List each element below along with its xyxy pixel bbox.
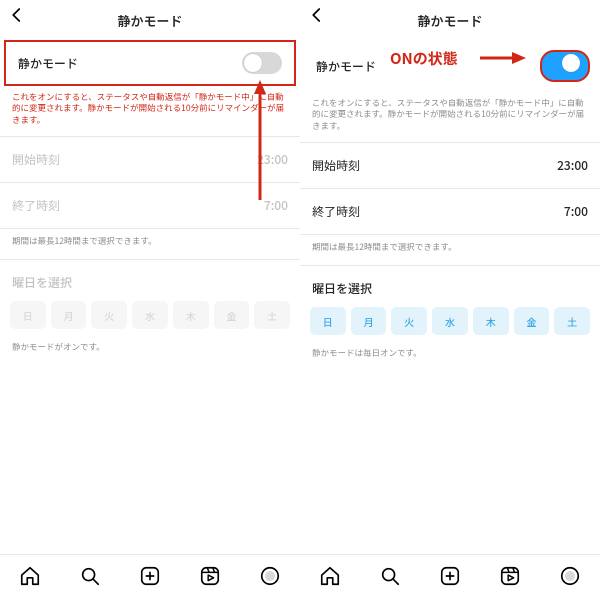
pane-quiet-mode-off: 静かモード 静かモード これをオンにすると、ステータスや自動返信が「静かモード中… [0, 0, 300, 597]
profile-circle-icon [559, 565, 581, 587]
plus-square-icon [139, 565, 161, 587]
tab-profile[interactable] [259, 565, 281, 587]
quiet-mode-toggle[interactable] [540, 50, 590, 82]
toggle-knob [562, 54, 580, 72]
day-chip[interactable]: 日 [310, 307, 346, 335]
start-time-value: 23:00 [557, 157, 588, 174]
day-chip[interactable]: 金 [514, 307, 550, 335]
end-time-row[interactable]: 終了時刻 7:00 [300, 189, 600, 235]
pane-quiet-mode-on: 静かモード 静かモード これをオンにすると、ステータスや自動返信が「静かモード中… [300, 0, 600, 597]
start-time-row[interactable]: 開始時刻 23:00 [300, 143, 600, 189]
tab-home[interactable] [319, 565, 341, 587]
days-section-title: 曜日を選択 [0, 260, 300, 301]
back-button[interactable] [8, 6, 26, 24]
days-row: 日 月 火 水 木 金 土 [300, 307, 600, 345]
end-time-label: 終了時刻 [12, 197, 60, 214]
start-time-label: 開始時刻 [12, 151, 60, 168]
profile-circle-icon [259, 565, 281, 587]
day-chip[interactable]: 日 [10, 301, 46, 329]
page-title: 静かモード [117, 11, 182, 30]
home-icon [19, 565, 41, 587]
day-chip[interactable]: 土 [554, 307, 590, 335]
annotation-on-state-label: ONの状態 [390, 48, 458, 69]
tab-reels[interactable] [199, 565, 221, 587]
tab-reels[interactable] [499, 565, 521, 587]
day-chip[interactable]: 水 [432, 307, 468, 335]
tab-profile[interactable] [559, 565, 581, 587]
quiet-mode-toggle[interactable] [242, 52, 282, 74]
chevron-left-icon [8, 6, 26, 24]
day-chip[interactable]: 月 [51, 301, 87, 329]
tab-search[interactable] [379, 565, 401, 587]
days-note: 静かモードは毎日オンです。 [300, 345, 600, 359]
quiet-mode-label: 静かモード [18, 55, 78, 72]
search-icon [379, 565, 401, 587]
header: 静かモード [300, 0, 600, 36]
day-chip[interactable]: 金 [214, 301, 250, 329]
quiet-mode-label: 静かモード [316, 58, 376, 75]
reels-icon [499, 565, 521, 587]
days-row: 日 月 火 水 木 金 土 [0, 301, 300, 339]
day-chip[interactable]: 水 [132, 301, 168, 329]
period-note: 期間は最長12時間まで選択できます。 [300, 235, 600, 266]
period-note: 期間は最長12時間まで選択できます。 [0, 229, 300, 260]
back-button[interactable] [308, 6, 326, 24]
toggle-knob [244, 54, 262, 72]
tab-create[interactable] [439, 565, 461, 587]
days-section-title: 曜日を選択 [300, 266, 600, 307]
day-chip[interactable]: 火 [391, 307, 427, 335]
tab-home[interactable] [19, 565, 41, 587]
tab-search[interactable] [79, 565, 101, 587]
tab-bar [0, 554, 300, 597]
day-chip[interactable]: 月 [351, 307, 387, 335]
tab-create[interactable] [139, 565, 161, 587]
start-time-label: 開始時刻 [312, 157, 360, 174]
search-icon [79, 565, 101, 587]
reels-icon [199, 565, 221, 587]
tab-bar [300, 554, 600, 597]
annotation-arrow-right [480, 50, 526, 66]
day-chip[interactable]: 木 [173, 301, 209, 329]
quiet-mode-description: これをオンにすると、ステータスや自動返信が「静かモード中」に自動的に変更されます… [300, 92, 600, 143]
days-note: 静かモードがオンです。 [0, 339, 300, 353]
day-chip[interactable]: 火 [91, 301, 127, 329]
end-time-label: 終了時刻 [312, 203, 360, 220]
home-icon [319, 565, 341, 587]
chevron-left-icon [308, 6, 326, 24]
content: 静かモード これをオンにすると、ステータスや自動返信が「静かモード中」に自動的に… [300, 36, 600, 554]
end-time-value: 7:00 [564, 203, 588, 220]
day-chip[interactable]: 木 [473, 307, 509, 335]
header: 静かモード [0, 0, 300, 36]
plus-square-icon [439, 565, 461, 587]
day-chip[interactable]: 土 [254, 301, 290, 329]
annotation-arrow-up [252, 80, 268, 200]
page-title: 静かモード [417, 11, 482, 30]
